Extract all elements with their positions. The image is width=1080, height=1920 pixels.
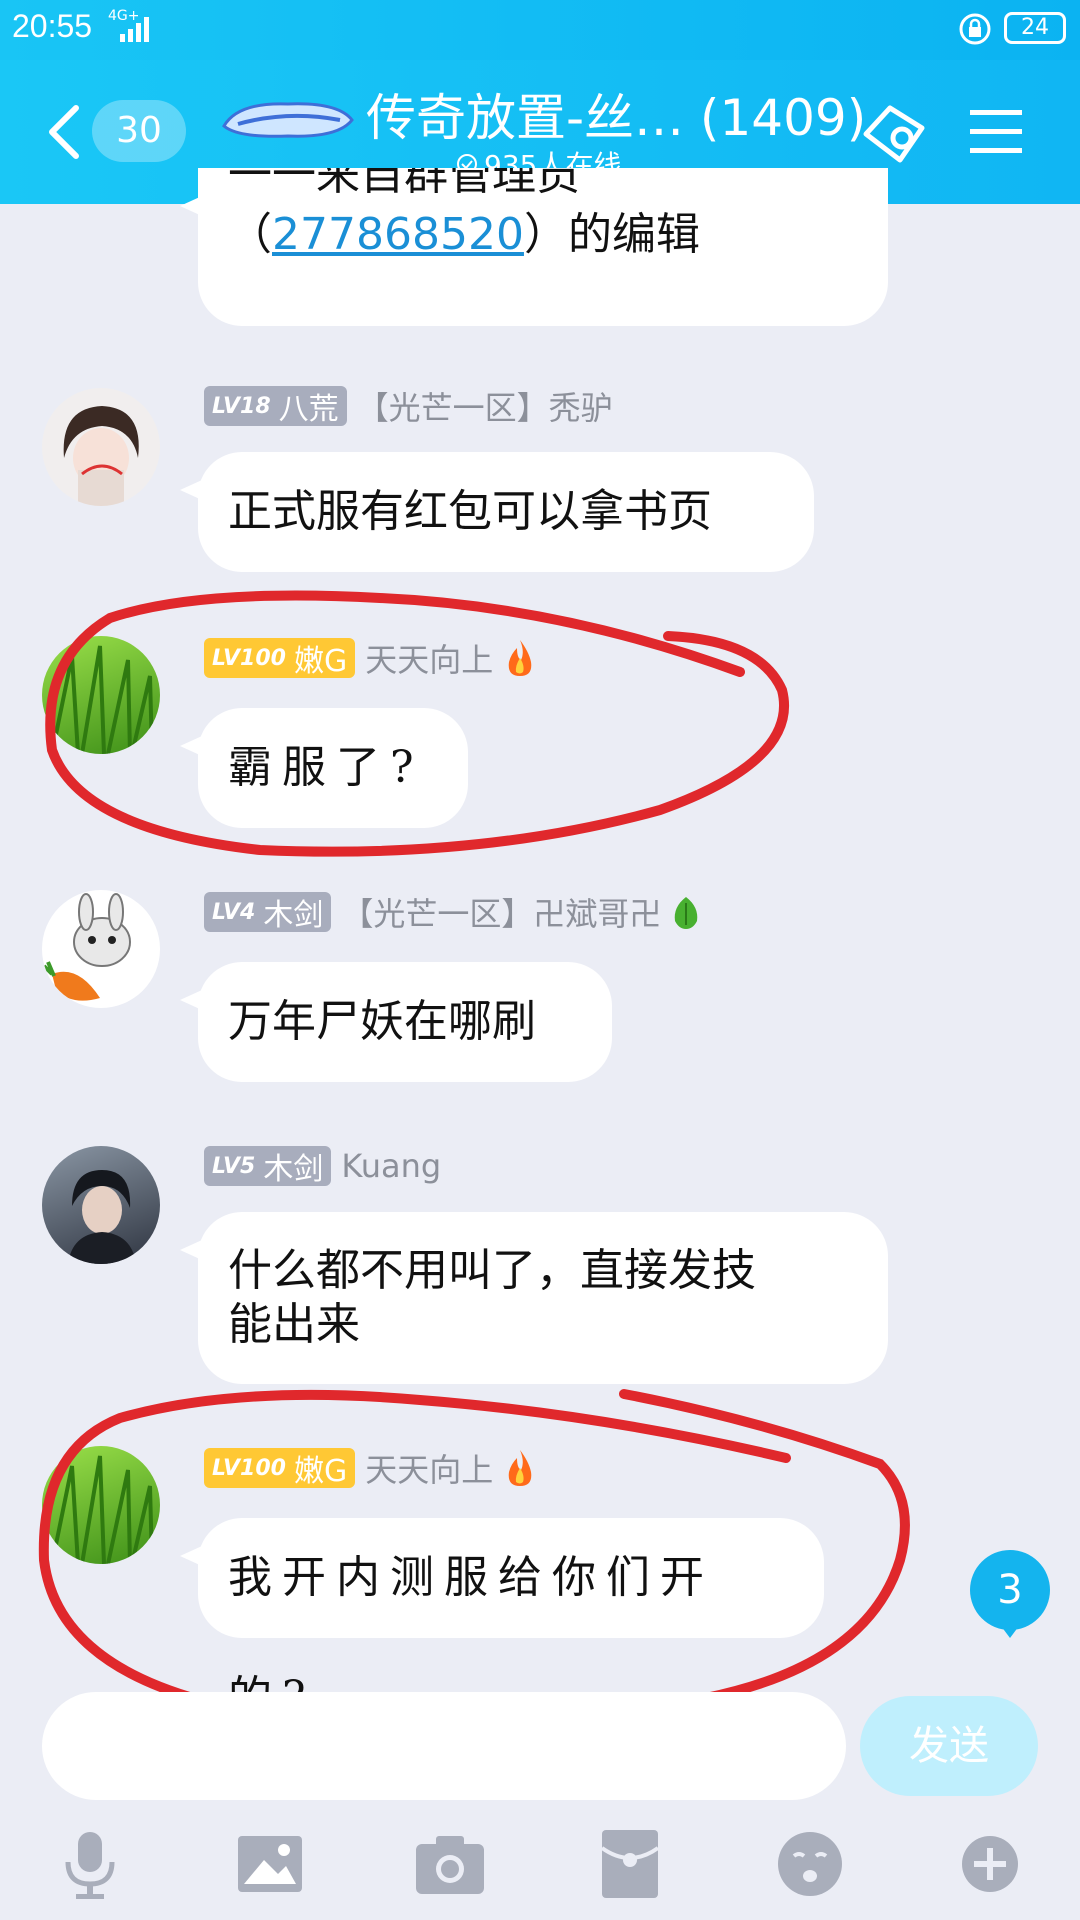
message-text: 正式服有红包可以拿书页 [228, 486, 712, 537]
plus-icon[interactable] [952, 1826, 1028, 1902]
sender-name[interactable]: 天天向上 [365, 635, 493, 681]
group-level-logo [222, 102, 354, 138]
level-text: LV100 [212, 645, 286, 671]
fire-icon [508, 1450, 532, 1486]
sender-meta: LV4 木剑 【光芒一区】卍斌哥卍 [204, 890, 701, 934]
level-title: 木剑 [263, 1152, 324, 1187]
avatar[interactable] [42, 636, 160, 754]
message-partial-line: 一一来自群管理员 [228, 168, 580, 194]
new-message-badge[interactable]: 3 [970, 1550, 1050, 1638]
avatar[interactable] [42, 1146, 160, 1264]
avatar[interactable] [42, 388, 160, 506]
avatar-boy-illustration [63, 406, 139, 506]
group-title[interactable]: 传奇放置-丝… (1409) [366, 78, 866, 150]
message-bubble[interactable]: 霸服了? [180, 708, 468, 828]
message-bubble[interactable]: 万年尸妖在哪刷 [180, 962, 612, 1082]
status-time: 20:55 [12, 8, 93, 44]
avatar[interactable] [42, 890, 160, 1008]
message-bubble[interactable]: 一一来自群管理员 （277868520）的编辑 [180, 168, 888, 326]
level-text: LV100 [212, 1455, 286, 1481]
fire-icon [508, 640, 532, 676]
message-text: 万年尸妖在哪刷 [228, 996, 536, 1047]
camera-icon[interactable] [412, 1826, 488, 1902]
level-badge: LV100 嫩G [204, 1448, 356, 1489]
sender-name[interactable]: Kuang [341, 1147, 441, 1185]
level-badge: LV18 八荒 [204, 386, 347, 427]
sender-name[interactable]: 【光芒一区】秃驴 [357, 383, 613, 429]
sender-name[interactable]: 天天向上 [365, 1445, 493, 1491]
image-icon[interactable] [232, 1826, 308, 1902]
avatar-girl-photo [68, 1170, 136, 1264]
message-bubble[interactable]: 我开内测服给你们开的? [180, 1518, 824, 1723]
emoji-icon[interactable] [772, 1826, 848, 1902]
message-text-line: 能出来 [228, 1299, 360, 1350]
message-text-line: 什么都不用叫了，直接发技 [228, 1245, 756, 1296]
sprout-icon [675, 897, 698, 929]
level-title: 木剑 [263, 898, 324, 933]
level-text: LV4 [212, 899, 256, 925]
message-suffix: ）的编辑 [523, 209, 700, 260]
mic-icon[interactable] [52, 1826, 128, 1902]
back-arrow-icon[interactable] [44, 102, 84, 162]
message-text: 霸服了? [228, 742, 424, 793]
status-bar: 20:55 4G+ 24 [0, 0, 1080, 60]
message-input[interactable] [42, 1692, 846, 1800]
message-text: （277868520）的编辑 [228, 209, 700, 260]
rotation-lock-icon [959, 13, 991, 45]
menu-icon[interactable] [968, 104, 1024, 160]
qq-link[interactable]: 277868520 [272, 209, 524, 260]
level-title: 嫩G [293, 1454, 348, 1489]
unread-count-badge[interactable]: 30 [92, 100, 186, 162]
level-text: LV18 [212, 393, 271, 419]
avatar-rabbit-illustration [42, 893, 131, 1001]
sender-meta: LV18 八荒 【光芒一区】秃驴 [204, 384, 613, 428]
sender-meta: LV100 嫩G 天天向上 [204, 636, 537, 680]
level-title: 八荒 [278, 392, 339, 427]
red-packet-icon[interactable] [592, 1826, 668, 1902]
level-text: LV5 [212, 1153, 256, 1179]
signal-icon [120, 17, 149, 42]
avatar[interactable] [42, 1446, 160, 1564]
message-bubble[interactable]: 正式服有红包可以拿书页 [180, 452, 814, 572]
level-badge: LV5 木剑 [204, 1146, 332, 1187]
level-title: 嫩G [293, 644, 348, 679]
sender-name[interactable]: 【光芒一区】卍斌哥卍 [341, 889, 661, 935]
send-button[interactable]: 发送 [860, 1696, 1038, 1796]
group-tag-icon[interactable] [860, 98, 932, 170]
sender-meta: LV100 嫩G 天天向上 [204, 1446, 537, 1490]
level-badge: LV4 木剑 [204, 892, 332, 933]
sender-meta: LV5 木剑 Kuang [204, 1144, 441, 1188]
avatar-grass-illustration [50, 645, 154, 754]
avatar-grass-illustration [50, 1455, 154, 1564]
battery-indicator: 24 [1004, 12, 1066, 44]
message-bubble[interactable]: 什么都不用叫了，直接发技 能出来 [180, 1212, 888, 1384]
level-badge: LV100 嫩G [204, 638, 356, 679]
